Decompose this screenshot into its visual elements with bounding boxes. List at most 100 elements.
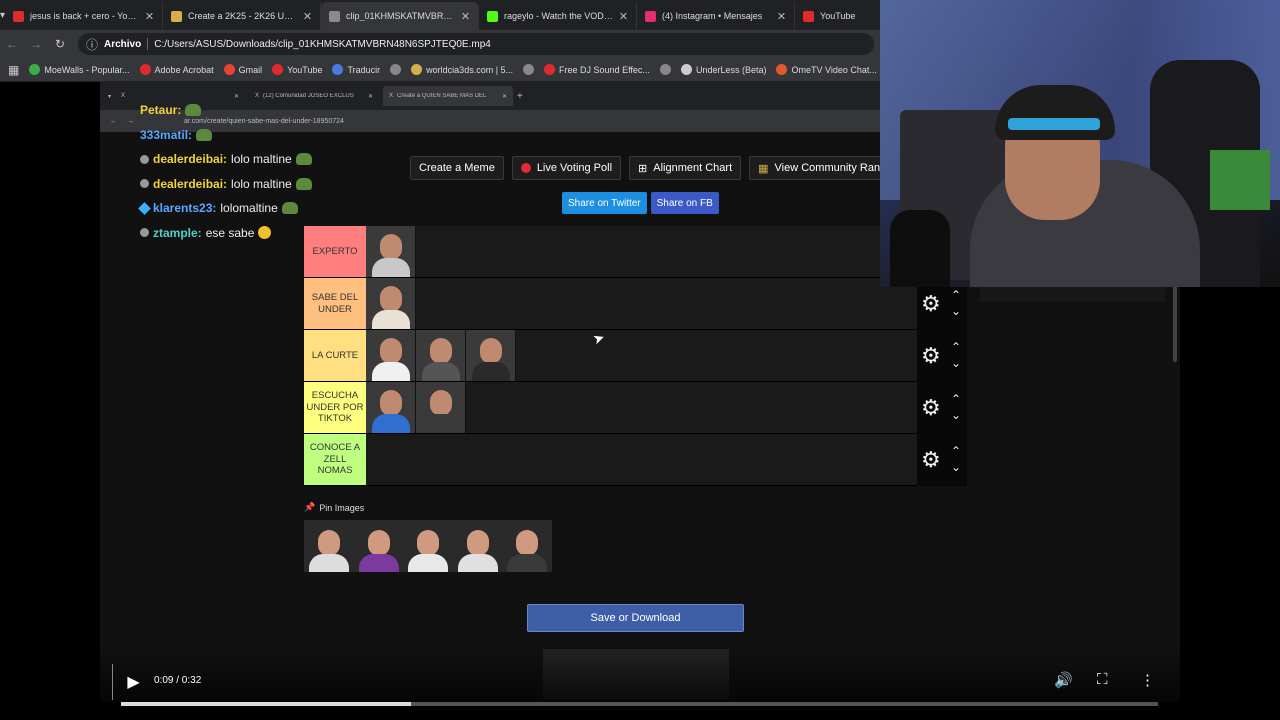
back-icon[interactable]: ← [6,37,18,51]
chat-emote-icon [295,153,312,166]
portrait-shirt [372,414,410,433]
bookmark-item[interactable] [523,64,535,75]
bookmark-item[interactable]: OmeTV Video Chat... [776,64,877,75]
bookmark-item[interactable]: worldcia3ds.com | 5... [411,64,513,75]
chat-text: ese sabe [205,225,255,240]
tier-label[interactable]: LA CURTE [304,330,366,381]
tab-title: jesus is back + cero - YouTube [30,11,139,21]
forward-icon[interactable]: → [30,37,42,51]
tab-close-icon[interactable]: ✕ [777,10,786,23]
tier-row: EXPERTO [304,226,917,278]
tab-favicon-icon [803,10,815,22]
chevron-up-icon[interactable]: ⌃ [951,444,961,460]
volume-icon[interactable]: 🔊 [1054,671,1073,689]
create-meme-button[interactable]: Create a Meme [410,156,504,180]
portrait-shirt [372,258,410,277]
bookmark-icon [332,64,344,75]
chevron-down-icon[interactable]: ⌄ [951,460,961,476]
inner-browser-tab: X Create a QUIEN SABE MAS DEL ✕ [383,86,514,106]
tab-favicon-icon [13,10,25,22]
pin-image[interactable] [304,520,354,572]
share-twitter-button[interactable]: Share on Twitter [562,192,647,214]
pin-image[interactable] [452,520,503,572]
portrait-shirt [457,554,498,572]
tier-items[interactable] [366,226,917,277]
chat-text: lolomaltine [220,201,278,216]
tier-label[interactable]: SABE DEL UNDER [304,278,366,329]
gear-icon[interactable]: ⚙ [921,447,941,473]
chat-emote-icon [295,177,312,190]
browser-tab[interactable]: rageylo - Watch the VOD on Ki ✕ [479,2,638,30]
bookmark-item[interactable]: UnderLess (Beta) [680,64,766,75]
bookmark-item[interactable]: Free DJ Sound Effec... [544,64,650,75]
bookmark-item[interactable]: Adobe Acrobat [139,64,214,75]
tier-item-image[interactable] [366,226,416,277]
reload-icon[interactable]: ↻ [54,37,66,51]
tier-item-image[interactable] [416,382,466,433]
tier-control-row: ⚙ ⌃ ⌄ [917,434,967,486]
bookmark-item[interactable] [659,64,671,75]
portrait-shirt [309,554,349,572]
gear-icon[interactable]: ⚙ [921,343,941,369]
share-buttons: Share on Twitter Share on FB [562,192,719,214]
tab-close-icon[interactable]: ✕ [619,10,628,23]
grid-icon: ⊞ [638,162,648,175]
bookmark-item[interactable]: MoeWalls - Popular... [29,64,130,75]
apps-grid-icon[interactable]: ▦ [8,63,19,77]
tier-items[interactable] [366,330,917,381]
progress-bar[interactable] [121,702,1158,706]
alignment-chart-button[interactable]: ⊞ Alignment Chart [629,156,742,180]
tier-item-image[interactable] [466,330,516,381]
pin-image[interactable] [353,520,404,572]
tier-item-image[interactable] [416,330,466,381]
bookmark-item[interactable]: Gmail [223,64,262,75]
chevron-up-icon[interactable]: ⌃ [951,288,961,304]
chevron-down-icon[interactable]: ⌄ [951,408,961,424]
omnibox[interactable]: ⓘ Archivo C:/Users/ASUS/Downloads/clip_0… [78,33,874,55]
address-url[interactable]: C:/Users/ASUS/Downloads/clip_01KHMSKATMV… [154,39,491,50]
play-button[interactable]: ▶ [112,664,154,700]
page-scrollbar[interactable] [1173,282,1177,362]
bookmark-item[interactable]: YouTube [272,64,322,75]
chevron-up-icon[interactable]: ⌃ [951,340,961,356]
tab-close-icon[interactable]: ✕ [145,10,154,23]
browser-tab[interactable]: Create a 2K25 - 2K26 UDG CYP ✕ [163,2,322,30]
browser-tab[interactable]: clip_01KHMSKATMVBRN48N6 ✕ [321,2,480,30]
tier-item-image[interactable] [366,278,416,329]
browser-tab[interactable]: jesus is back + cero - YouTube ✕ [5,2,164,30]
community-rank-button[interactable]: ▦ View Community Rank [749,156,895,180]
tab-close-icon[interactable]: ✕ [461,10,470,23]
chevron-up-icon[interactable]: ⌃ [951,392,961,408]
more-options-icon[interactable]: ⋮ [1140,671,1155,689]
fullscreen-icon[interactable]: ⛶ [1097,671,1108,688]
chevron-down-icon[interactable]: ⌄ [951,356,961,372]
gear-icon[interactable]: ⚙ [921,291,941,317]
chat-badge-icon [140,154,149,164]
info-icon[interactable]: ⓘ [86,36,98,53]
tier-items[interactable] [366,382,917,433]
bookmark-icon [390,64,402,75]
pin-image[interactable] [502,520,552,572]
move-arrows: ⌃ ⌄ [951,288,961,319]
browser-tab[interactable]: (4) Instagram • Mensajes ✕ [637,2,796,30]
tier-label[interactable]: ESCUCHA UNDER POR TIKTOK [304,382,366,433]
chat-overlay: Petaur: 333matil: dealerdeibai: lolo maltin… [138,98,340,245]
portrait-face [430,338,452,364]
share-fb-button[interactable]: Share on FB [650,192,719,214]
live-voting-poll-button[interactable]: Live Voting Poll [511,156,622,180]
pin-image[interactable] [403,520,453,572]
chevron-down-icon[interactable]: ⌄ [951,304,961,320]
tab-close-icon[interactable]: ✕ [303,10,312,23]
gear-icon[interactable]: ⚙ [921,395,941,421]
bookmark-item[interactable]: Traducir [332,64,380,75]
tier-label[interactable]: CONOCE A ZELL NOMAS [304,434,366,485]
webcam-creeper-plush [1210,150,1270,210]
bookmark-item[interactable] [390,64,402,75]
bookmark-icon [523,64,535,75]
tier-items[interactable] [366,278,917,329]
tier-item-image[interactable] [366,382,416,433]
tier-item-image[interactable] [366,330,416,381]
tier-items[interactable] [366,434,917,485]
save-download-button[interactable]: Save or Download [527,604,744,632]
portrait-face [417,530,440,556]
